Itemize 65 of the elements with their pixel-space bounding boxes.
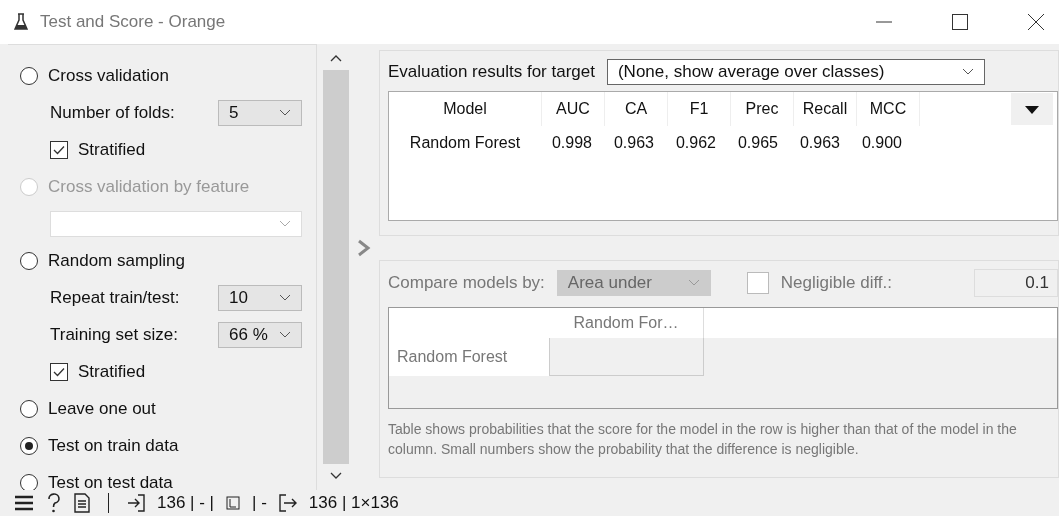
checkbox[interactable] — [50, 362, 68, 381]
compare-label: Compare models by: — [388, 273, 545, 293]
target-label: Evaluation results for target — [388, 62, 595, 82]
checkbox[interactable] — [50, 140, 68, 159]
caret-icon — [279, 330, 291, 339]
column-menu-button[interactable] — [1011, 93, 1053, 125]
column-header[interactable]: CA — [605, 92, 668, 126]
caret-icon — [961, 68, 974, 76]
table-cell-text: 0.998 — [550, 133, 593, 153]
radio-label[interactable]: Cross validation — [48, 65, 169, 86]
radio-label[interactable]: Test on test data — [48, 472, 173, 490]
output-icon[interactable] — [278, 494, 297, 512]
column-header[interactable]: MCC — [857, 92, 920, 126]
radio-label[interactable]: Leave one out — [48, 398, 156, 419]
field-label: Number of folds: — [50, 102, 175, 123]
flask-icon — [14, 13, 28, 31]
input-summary: | - — [252, 493, 267, 513]
output-summary: 136 | 1×136 — [308, 493, 399, 513]
dropdown[interactable]: 5 — [218, 99, 302, 126]
column-header[interactable]: F1 — [668, 92, 731, 126]
caret-icon — [279, 108, 291, 117]
window-title: Test and Score - Orange — [40, 12, 226, 32]
radio-button[interactable] — [20, 251, 38, 270]
checkbox-label[interactable]: Stratified — [78, 139, 146, 160]
field-label: Training set size: — [50, 324, 178, 345]
table-cell-text: 0.963 — [612, 133, 655, 153]
help-icon[interactable] — [46, 493, 62, 513]
radio-button[interactable] — [20, 66, 38, 85]
dropdown[interactable]: 10 — [218, 284, 302, 311]
check-icon — [53, 144, 65, 155]
column-header[interactable]: Prec — [731, 92, 794, 126]
maximize-icon[interactable] — [951, 13, 969, 31]
target-dropdown[interactable]: (None, show average over classes) — [606, 59, 985, 85]
input-summary: 136 | - | — [157, 493, 215, 513]
radio-button[interactable] — [20, 473, 38, 490]
caret-icon — [279, 219, 291, 228]
column-header[interactable]: AUC — [542, 92, 605, 126]
caret-icon — [279, 293, 291, 302]
row-header: Random Forest — [389, 338, 549, 376]
radio-label[interactable]: Random sampling — [48, 250, 185, 271]
field-label: Repeat train/test: — [50, 287, 180, 308]
dropdown[interactable]: 66 % — [218, 321, 302, 348]
table-cell-text: Random Forest — [408, 133, 522, 153]
caret-icon — [687, 279, 700, 287]
radio-button[interactable] — [20, 436, 38, 455]
input-icon[interactable] — [127, 494, 145, 512]
radio-button[interactable] — [20, 399, 38, 418]
table-icon — [226, 496, 241, 510]
report-icon[interactable] — [74, 493, 90, 513]
checkbox-label[interactable]: Stratified — [78, 361, 146, 382]
table-cell-text: 0.962 — [674, 133, 717, 153]
scroll-down-icon[interactable] — [330, 472, 342, 480]
radio-label[interactable]: Test on train data — [48, 435, 179, 456]
note-text: Table shows probabilities that the score for the model in the row is higher than that of the model in the column. Small numbers show the probability that the difference is negligible. — [388, 420, 1018, 459]
close-icon[interactable] — [1027, 13, 1045, 31]
triangle-down-icon — [1025, 106, 1039, 114]
check-icon — [53, 366, 65, 377]
table-cell-text: 0.900 — [860, 133, 903, 153]
menu-icon[interactable] — [14, 495, 34, 511]
scroll-up-icon[interactable] — [330, 54, 342, 62]
column-header[interactable]: Model — [389, 92, 542, 126]
column-header: Random For… — [549, 308, 704, 338]
table-cell-text: 0.965 — [736, 133, 779, 153]
table-cell-text: 0.963 — [798, 133, 841, 153]
column-header[interactable]: Recall — [794, 92, 857, 126]
